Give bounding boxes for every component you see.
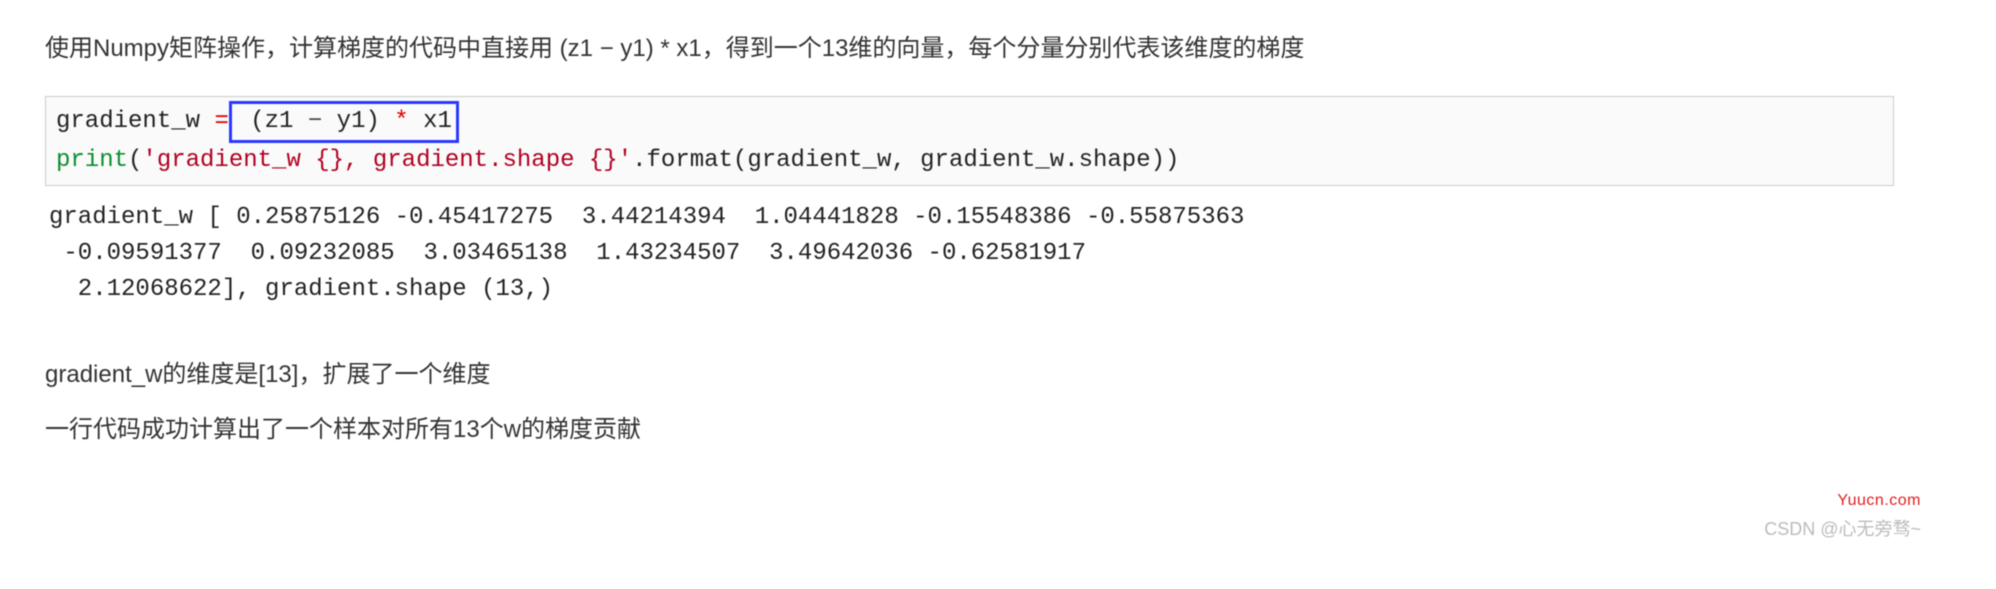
open-paren: ( — [128, 147, 142, 174]
code-line-2: print('gradient_w {}, gradient.shape {}'… — [56, 143, 1883, 179]
watermark-yuucn: Yuucn.com — [1837, 488, 1921, 514]
hl-part-open: (z1 — [236, 108, 308, 135]
explanation-text-2: 一行代码成功计算出了一个样本对所有13个w的梯度贡献 — [45, 411, 1951, 449]
watermark-csdn: CSDN @心无旁骛~ — [1764, 515, 1921, 544]
print-keyword: print — [56, 147, 128, 174]
output-block: gradient_w [ 0.25875126 -0.45417275 3.44… — [45, 200, 1951, 308]
hl-part-mid: y1) — [322, 108, 394, 135]
code-line-1: gradient_w = (z1 − y1) * x1 — [56, 101, 1883, 143]
explanation-text-1: gradient_w的维度是[13]，扩展了一个维度 — [45, 356, 1951, 394]
highlighted-expression: (z1 − y1) * x1 — [229, 101, 459, 143]
intro-text: 使用Numpy矩阵操作，计算梯度的代码中直接用 (z1 − y1) * x1，得… — [45, 30, 1951, 68]
output-line-3: 2.12068622], gradient.shape (13,) — [49, 276, 553, 303]
format-call: .format(gradient_w, gradient_w.shape)) — [632, 147, 1179, 174]
code-block: gradient_w = (z1 − y1) * x1 print('gradi… — [45, 96, 1894, 186]
format-string: 'gradient_w {}, gradient.shape {}' — [142, 147, 632, 174]
minus-operator: − — [308, 108, 322, 135]
hl-part-close: x1 — [409, 108, 452, 135]
code-lhs: gradient_w — [56, 108, 214, 135]
equals-operator: = — [214, 108, 228, 135]
multiply-operator: * — [394, 108, 408, 135]
output-line-2: -0.09591377 0.09232085 3.03465138 1.4323… — [49, 240, 1086, 267]
output-line-1: gradient_w [ 0.25875126 -0.45417275 3.44… — [49, 204, 1244, 231]
